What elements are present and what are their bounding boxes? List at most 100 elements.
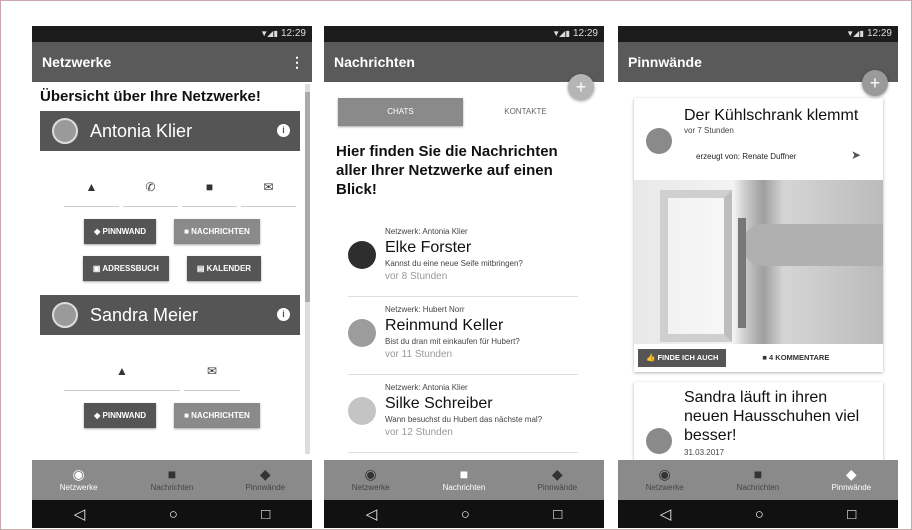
bottom-navigation: ◉ Netzwerke ■ Nachrichten ◆ Pinnwände [618,460,898,500]
recents-icon[interactable]: □ [847,506,856,523]
nav-nachrichten[interactable]: ■ Nachrichten [125,460,218,500]
recents-icon[interactable]: □ [261,506,270,523]
phone-icon[interactable]: ✆ [123,181,178,207]
nachrichten-button[interactable]: ■ NACHRICHTEN [174,403,260,428]
button-label: ADRESSBUCH [102,264,159,273]
message-item[interactable]: Netzwerk: Antonia Klier Elke Forster Kan… [348,219,578,297]
status-time: 12:29 [866,28,892,39]
system-navigation: ◁ ○ □ [32,500,312,528]
avatar [646,428,672,454]
nav-label: Nachrichten [150,483,194,492]
like-button[interactable]: 👍 FINDE ICH AUCH [638,349,727,367]
comments-label: 4 KOMMENTARE [769,353,830,362]
post-title: Sandra läuft in ihren neuen Hausschuhen … [684,389,860,444]
home-icon[interactable]: ○ [169,506,178,523]
status-bar: ▼◢ ▮ 12:29 [618,26,898,42]
scrollbar-thumb[interactable] [305,92,310,302]
avatar [348,241,376,269]
chat-icon: ■ [753,466,763,482]
network-icon: ◉ [364,466,377,482]
page-title: Nachrichten [334,54,415,70]
pinnwand-button[interactable]: ◆ PINNWAND [84,219,157,244]
post-card[interactable]: Der Kühlschrank klemmt vor 7 Stunden erz… [634,98,883,372]
chat-icon: ■ [459,466,469,482]
avatar [646,128,672,154]
button-label: NACHRICHTEN [191,411,250,420]
phone-pinnwaende: ▼◢ ▮ 12:29 Pinnwände Der Kühlschrank klem… [618,26,898,528]
nav-nachrichten[interactable]: ■ Nachrichten [711,460,804,500]
navigate-icon[interactable]: ▲ [64,181,119,207]
message-item[interactable]: Netzwerk: Antonia Klier Silke Schreiber … [348,375,578,453]
nav-label: Pinnwände [245,483,286,492]
back-icon[interactable]: ◁ [366,505,378,523]
nav-nachrichten[interactable]: ■ Nachrichten [417,460,510,500]
nav-netzwerke[interactable]: ◉ Netzwerke [324,460,417,500]
recents-icon[interactable]: □ [553,506,562,523]
post-actions: 👍 FINDE ICH AUCH ■ 4 KOMMENTARE [634,344,883,372]
nav-label: Pinnwände [537,483,578,492]
nachrichten-button[interactable]: ■ NACHRICHTEN [174,219,260,244]
status-bar: ▼◢ ▮ 12:29 [324,26,604,42]
home-icon[interactable]: ○ [461,506,470,523]
app-bar: Netzwerke ⋮ [32,42,312,82]
arm-shape [742,224,883,266]
post-card[interactable]: Sandra läuft in ihren neuen Hausschuhen … [634,382,883,460]
mail-icon[interactable]: ✉ [241,181,296,207]
info-icon[interactable]: i [277,308,290,321]
message-sender: Elke Forster [385,239,472,256]
message-text: Kannst du eine neue Seife mitbringen? [385,259,523,268]
network-name: Antonia Klier [90,121,193,141]
nav-netzwerke[interactable]: ◉ Netzwerke [32,460,125,500]
overflow-menu-icon[interactable]: ⋮ [290,42,304,82]
avatar [348,397,376,425]
kalender-button[interactable]: ▤ KALENDER [186,256,262,281]
post-title: Der Kühlschrank klemmt [684,107,859,124]
contact-actions: ▲ ✉ [64,365,300,391]
network-header-sandra[interactable]: Sandra Meier i [40,295,300,335]
signal-icon: ▼◢ ▮ [552,29,570,38]
message-time: vor 8 Stunden [385,271,448,282]
like-label: FINDE ICH AUCH [657,353,719,362]
contact-actions: ▲ ✆ ■ ✉ [64,181,300,207]
pinnwand-button[interactable]: ◆ PINNWAND [84,403,157,428]
messages-content: CHATS KONTAKTE Hier finden Sie die Nachr… [324,82,604,460]
tab-bar: CHATS KONTAKTE [338,98,588,126]
nav-netzwerke[interactable]: ◉ Netzwerke [618,460,711,500]
nav-pinnwaende[interactable]: ◆ Pinnwände [219,460,312,500]
network-header-antonia[interactable]: Antonia Klier i [40,111,300,151]
message-network: Netzwerk: Hubert Norr [385,305,465,314]
signal-icon: ▼◢ ▮ [260,29,278,38]
adressbuch-button[interactable]: ▣ ADRESSBUCH [82,256,169,281]
pinboard-content: Der Kühlschrank klemmt vor 7 Stunden erz… [618,82,898,460]
bottom-navigation: ◉ Netzwerke ■ Nachrichten ◆ Pinnwände [324,460,604,500]
tab-chats[interactable]: CHATS [338,98,463,126]
network-icon: ◉ [658,466,671,482]
nav-pinnwaende[interactable]: ◆ Pinnwände [805,460,898,500]
navigate-icon[interactable]: ▲ [64,365,180,391]
post-date: 31.03.2017 [684,448,725,457]
nav-pinnwaende[interactable]: ◆ Pinnwände [511,460,604,500]
chat-icon[interactable]: ■ [182,181,237,207]
avatar [348,319,376,347]
mail-icon[interactable]: ✉ [184,365,240,391]
back-icon[interactable]: ◁ [74,505,86,523]
button-label: PINNWAND [102,227,147,236]
intro-text: Hier finden Sie die Nachrichten aller Ih… [336,143,558,198]
avatar [52,302,78,328]
message-time: vor 12 Stunden [385,427,453,438]
back-icon[interactable]: ◁ [660,505,672,523]
message-item[interactable]: Netzwerk: Hubert Norr Reinmund Keller Bi… [348,297,578,375]
phone-nachrichten: ▼◢ ▮ 12:29 Nachrichten + CHATS KONTAKTE H… [324,26,604,528]
phone-netzwerke: ▼◢ ▮ 12:29 Netzwerke ⋮ Übersicht über Ihre… [32,26,312,528]
comments-button[interactable]: ■ 4 KOMMENTARE [754,349,837,367]
send-icon[interactable]: ➤ [851,148,861,162]
message-sender: Silke Schreiber [385,395,493,412]
info-icon[interactable]: i [277,124,290,137]
add-button[interactable]: + [862,70,888,96]
nav-label: Pinnwände [831,483,872,492]
nav-label: Netzwerke [351,483,390,492]
home-icon[interactable]: ○ [755,506,764,523]
tab-kontakte[interactable]: KONTAKTE [463,98,588,126]
network-name: Sandra Meier [90,305,199,325]
message-network: Netzwerk: Antonia Klier [385,227,468,236]
